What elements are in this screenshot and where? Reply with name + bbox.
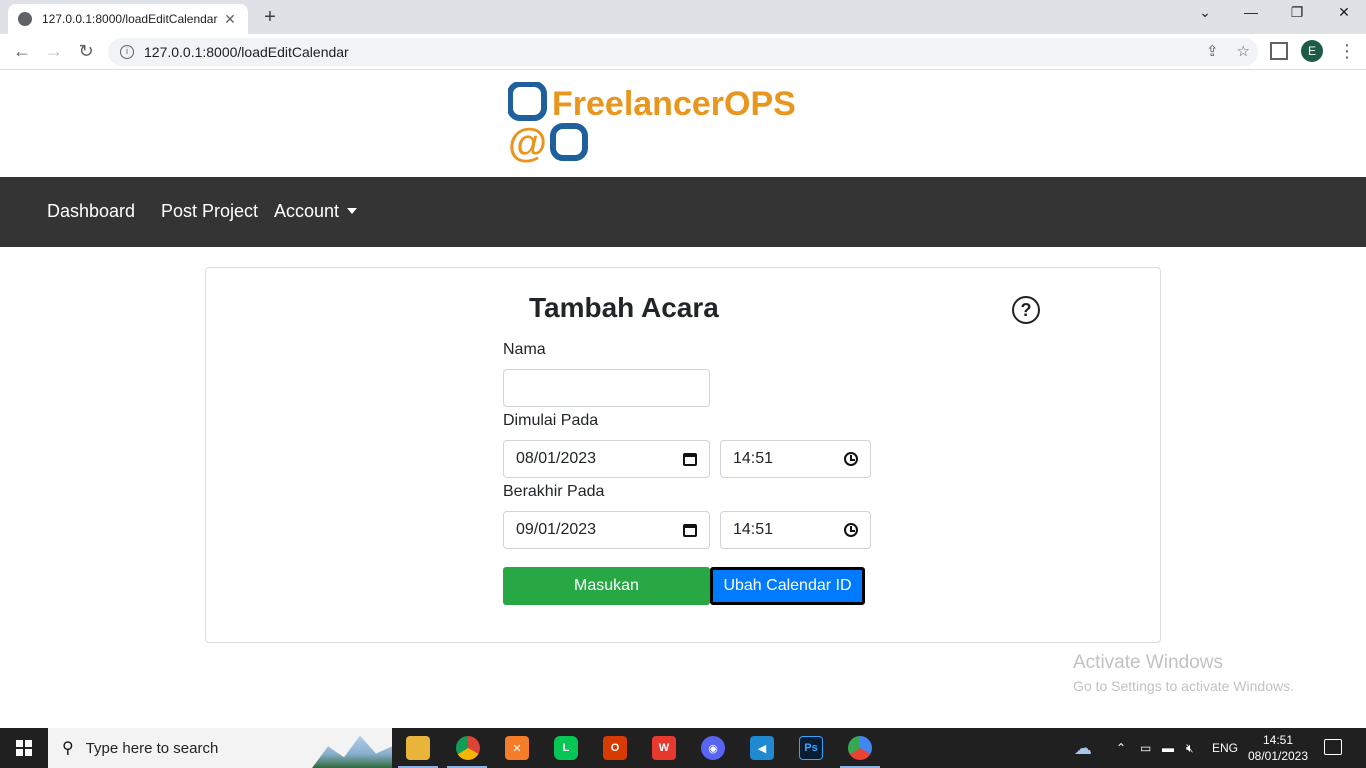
chrome-icon[interactable] xyxy=(456,736,480,760)
search-highlight-image xyxy=(312,735,392,768)
new-tab-button[interactable]: + xyxy=(258,6,282,29)
end-date-value: 09/01/2023 xyxy=(516,521,597,538)
logo-text: FreelancerOPS xyxy=(552,85,796,123)
restore-icon[interactable]: ❐ xyxy=(1282,4,1312,21)
url-text: 127.0.0.1:8000/loadEditCalendar xyxy=(144,44,349,60)
forward-icon[interactable]: → xyxy=(42,41,66,62)
windows-logo-icon xyxy=(16,740,32,756)
page-title: Tambah Acara xyxy=(529,292,719,323)
freelancerops-logo: FreelancerOPS @ xyxy=(507,81,860,165)
watermark-subtitle: Go to Settings to activate Windows. xyxy=(1073,678,1294,694)
clock-icon[interactable] xyxy=(844,452,858,466)
volume-muted-icon[interactable]: 🔇︎ xyxy=(1186,728,1194,768)
meet-icon[interactable]: ▭ xyxy=(1140,728,1151,768)
watermark-title: Activate Windows xyxy=(1073,652,1223,673)
start-time-value: 14:51 xyxy=(733,450,774,467)
minimize-icon[interactable]: — xyxy=(1236,4,1266,20)
taskbar-search[interactable]: ⚲ Type here to search xyxy=(48,728,392,768)
windows-taskbar: ⚲ Type here to search ✕ L O W ◉ ◀ Ps ☁ ⌃… xyxy=(0,728,1366,768)
end-time-input[interactable]: 14:51 xyxy=(720,511,871,549)
tab-search-icon[interactable]: ⌄ xyxy=(1190,4,1220,21)
discord-icon[interactable]: ◉ xyxy=(701,736,725,760)
caret-down-icon xyxy=(347,208,358,214)
chrome-alt-icon[interactable] xyxy=(848,736,872,760)
bookmark-star-icon[interactable]: ☆ xyxy=(1237,42,1250,60)
end-time-value: 14:51 xyxy=(733,521,774,538)
start-button[interactable] xyxy=(0,728,48,768)
side-panel-icon[interactable] xyxy=(1270,42,1288,60)
xampp-icon[interactable]: ✕ xyxy=(505,736,529,760)
nav-account-label: Account xyxy=(274,201,340,221)
nav-post-project[interactable]: Post Project xyxy=(161,201,258,222)
clock-date: 08/01/2023 xyxy=(1247,749,1309,763)
browser-tab[interactable]: 127.0.0.1:8000/loadEditCalendar ✕ xyxy=(8,4,248,34)
tab-title: 127.0.0.1:8000/loadEditCalendar xyxy=(42,12,218,26)
share-icon[interactable]: ⇪ xyxy=(1206,42,1219,60)
tab-close-icon[interactable]: ✕ xyxy=(222,11,238,28)
browser-tabbar: 127.0.0.1:8000/loadEditCalendar ✕ + ⌄ — … xyxy=(0,0,1366,34)
main-navbar: Dashboard Post Project Account xyxy=(0,177,1366,247)
reload-icon[interactable]: ↻ xyxy=(74,41,98,62)
nama-label: Nama xyxy=(503,341,546,358)
nama-input[interactable] xyxy=(503,369,710,407)
clock-icon[interactable] xyxy=(844,523,858,537)
logo-at: @ xyxy=(508,121,547,164)
office-icon[interactable]: O xyxy=(603,736,627,760)
start-time-input[interactable]: 14:51 xyxy=(720,440,871,478)
search-placeholder: Type here to search xyxy=(85,739,219,757)
submit-button[interactable]: Masukan xyxy=(503,567,710,605)
taskbar-clock[interactable]: 14:51 08/01/2023 xyxy=(1246,732,1310,764)
photoshop-icon[interactable]: Ps xyxy=(799,736,823,760)
end-date-input[interactable]: 09/01/2023 xyxy=(503,511,710,549)
search-icon: ⚲ xyxy=(62,740,74,757)
browser-menu-icon[interactable]: ⋮ xyxy=(1338,40,1356,62)
nav-account-dropdown[interactable]: Account xyxy=(274,201,358,222)
clock-time: 14:51 xyxy=(1262,733,1294,747)
site-info-icon[interactable]: i xyxy=(120,45,134,59)
vscode-icon[interactable]: ◀ xyxy=(750,736,774,760)
back-icon[interactable]: ← xyxy=(10,41,34,62)
activate-windows-watermark: Activate Windows Go to Settings to activ… xyxy=(1073,652,1294,694)
address-bar[interactable]: i 127.0.0.1:8000/loadEditCalendar ⇪ ☆ xyxy=(108,38,1258,66)
start-date-input[interactable]: 08/01/2023 xyxy=(503,440,710,478)
profile-avatar[interactable]: E xyxy=(1301,40,1323,62)
line-icon[interactable]: L xyxy=(554,736,578,760)
help-icon[interactable]: ? xyxy=(1012,296,1040,324)
start-date-value: 08/01/2023 xyxy=(516,450,597,467)
browser-toolbar: ← → ↻ i 127.0.0.1:8000/loadEditCalendar … xyxy=(0,34,1366,70)
calendar-icon[interactable] xyxy=(683,452,697,466)
change-calendar-id-button[interactable]: Ubah Calendar ID xyxy=(710,567,865,605)
battery-icon[interactable]: ▬ xyxy=(1162,728,1174,768)
calendar-icon[interactable] xyxy=(683,523,697,537)
onedrive-icon[interactable]: ☁ xyxy=(1074,728,1092,768)
start-label: Dimulai Pada xyxy=(503,412,599,429)
nav-dashboard[interactable]: Dashboard xyxy=(47,201,135,222)
wps-icon[interactable]: W xyxy=(652,736,676,760)
end-label: Berakhir Pada xyxy=(503,483,605,500)
language-indicator[interactable]: ENG xyxy=(1212,728,1238,768)
window-close-icon[interactable]: ✕ xyxy=(1329,4,1359,21)
tray-expand-icon[interactable]: ⌃ xyxy=(1116,728,1126,768)
globe-icon xyxy=(18,12,32,26)
file-explorer-icon[interactable] xyxy=(406,736,430,760)
notification-icon[interactable] xyxy=(1324,739,1342,755)
